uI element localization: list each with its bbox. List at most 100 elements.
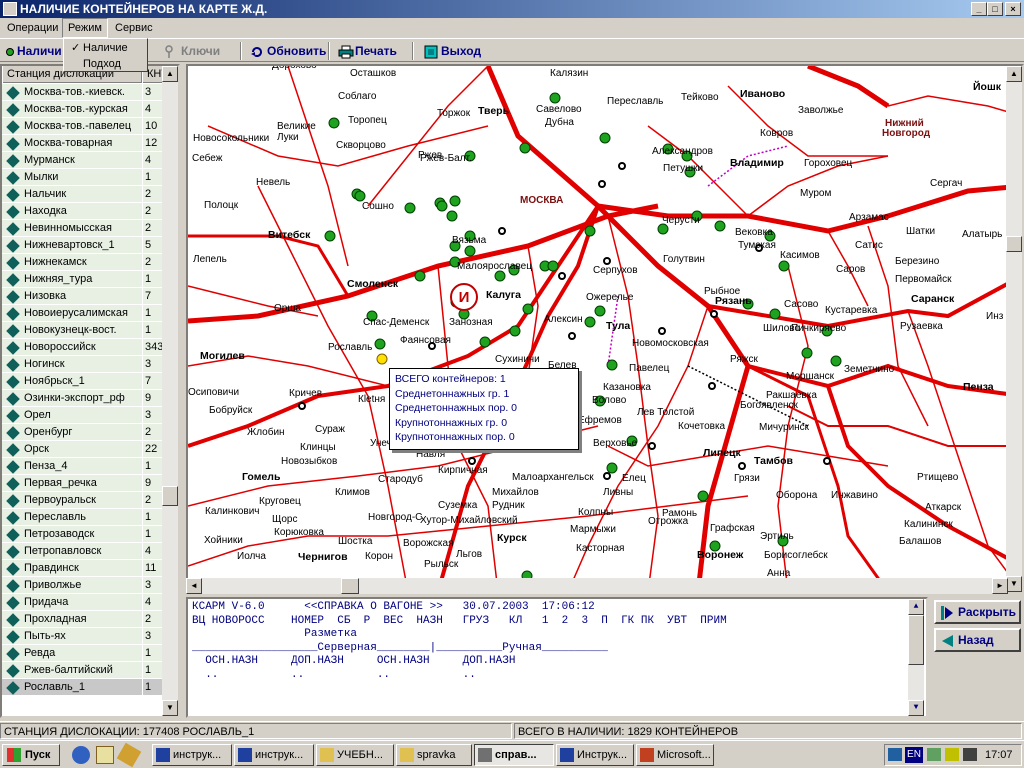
exit-button[interactable]: Выход [424, 41, 481, 61]
scroll-down-button[interactable]: ▼ [162, 700, 178, 716]
map-vscrollbar[interactable]: ▲ ▼ [1006, 66, 1022, 592]
menu-mode[interactable]: Режим [62, 18, 108, 38]
list-item[interactable]: Нальчик 2 [2, 186, 164, 203]
railway-map[interactable]: И Калязин Осташков Дорохово Иваново Йошк Собл… [186, 64, 1024, 594]
junction-marker[interactable] [568, 332, 576, 340]
task-button[interactable]: Microsoft... [636, 744, 714, 766]
print-button[interactable]: Печать [338, 41, 397, 61]
language-indicator[interactable]: EN [905, 747, 923, 763]
task-button[interactable]: Инструк... [556, 744, 634, 766]
selected-station-marker[interactable] [376, 353, 388, 365]
network-icon[interactable] [927, 748, 941, 761]
station-marker[interactable] [354, 190, 366, 202]
scroll-up-button[interactable]: ▲ [908, 599, 924, 615]
volume-icon[interactable] [963, 748, 977, 761]
list-item[interactable]: Прохладная 2 [2, 611, 164, 628]
junction-marker[interactable] [498, 227, 506, 235]
junction-marker[interactable] [823, 457, 831, 465]
station-marker[interactable] [714, 220, 726, 232]
wagon-info-panel[interactable]: КСАРМ V-6.0 <<СПРАВКА О ВАГОНЕ >> 30.07.… [186, 597, 928, 718]
task-button[interactable]: инструк... [152, 744, 232, 766]
minimize-button[interactable]: _ [971, 2, 987, 16]
station-marker[interactable] [449, 195, 461, 207]
ie-icon[interactable] [72, 746, 90, 764]
map-hscrollbar[interactable]: ◄ ► [186, 578, 1008, 594]
list-item[interactable]: Петропавловск 4 [2, 543, 164, 560]
list-item[interactable]: Нижнекамск 2 [2, 254, 164, 271]
scroll-up-button[interactable]: ▲ [162, 66, 178, 82]
station-marker[interactable] [584, 225, 596, 237]
scroll-down-button[interactable]: ▼ [908, 700, 924, 716]
list-item[interactable]: Ревда 1 [2, 645, 164, 662]
scroll-down-button[interactable]: ▼ [1006, 576, 1022, 592]
station-marker[interactable] [436, 200, 448, 212]
station-marker[interactable] [522, 303, 534, 315]
list-item[interactable]: Озинки-экспорт_рф 9 [2, 390, 164, 407]
station-marker[interactable] [594, 305, 606, 317]
junction-marker[interactable] [618, 162, 626, 170]
station-marker[interactable] [328, 117, 340, 129]
list-item[interactable]: Ржев-балтийский 1 [2, 662, 164, 679]
list-item[interactable]: Рославль_1 1 [2, 679, 164, 696]
junction-marker[interactable] [603, 257, 611, 265]
list-item[interactable]: Ноябрьск_1 7 [2, 373, 164, 390]
list-item[interactable]: Нижневартовск_1 5 [2, 237, 164, 254]
task-button-active[interactable]: справ... [474, 744, 554, 766]
junction-marker[interactable] [708, 382, 716, 390]
back-button[interactable]: Назад [934, 628, 1021, 652]
list-item[interactable]: Низовка 7 [2, 288, 164, 305]
list-item[interactable]: Новокузнецк-вост. 1 [2, 322, 164, 339]
list-item[interactable]: Мылки 1 [2, 169, 164, 186]
antivirus-icon[interactable] [945, 748, 959, 761]
maximize-button[interactable]: □ [987, 2, 1003, 16]
keys-button[interactable]: Ключи [164, 41, 220, 61]
close-button[interactable]: × [1005, 2, 1021, 16]
station-marker[interactable] [324, 230, 336, 242]
list-item[interactable]: Придача 4 [2, 594, 164, 611]
pen-icon[interactable] [116, 742, 142, 768]
station-marker[interactable] [778, 260, 790, 272]
station-marker[interactable] [549, 92, 561, 104]
monitor-icon[interactable] [888, 748, 902, 761]
list-item[interactable]: Приволжье 3 [2, 577, 164, 594]
list-item[interactable]: Правдинск 11 [2, 560, 164, 577]
list-item[interactable]: Петрозаводск 1 [2, 526, 164, 543]
scroll-thumb[interactable] [162, 486, 178, 506]
list-item[interactable]: Пыть-ях 3 [2, 628, 164, 645]
list-item[interactable]: Пенза_4 1 [2, 458, 164, 475]
scroll-right-button[interactable]: ► [992, 578, 1008, 594]
list-item[interactable]: Первая_речка 9 [2, 475, 164, 492]
list-item[interactable]: Первоуральск 2 [2, 492, 164, 509]
station-marker[interactable] [547, 260, 559, 272]
station-marker[interactable] [404, 202, 416, 214]
task-button[interactable]: инструк... [234, 744, 314, 766]
refresh-button[interactable]: Обновить [250, 41, 326, 61]
list-scrollbar[interactable]: ▲ ▼ [162, 66, 178, 716]
availability-button[interactable]: Наличи [6, 41, 62, 61]
junction-marker[interactable] [603, 472, 611, 480]
notepad-icon[interactable] [96, 746, 114, 764]
mode-item-approach[interactable]: Подход [65, 56, 146, 72]
menu-service[interactable]: Сервис [110, 18, 158, 38]
station-marker[interactable] [509, 325, 521, 337]
mode-item-availability[interactable]: ✓ Наличие [65, 40, 146, 56]
list-item[interactable]: Новороссийск 343 [2, 339, 164, 356]
station-marker[interactable] [446, 210, 458, 222]
list-item[interactable]: Нижняя_тура 1 [2, 271, 164, 288]
list-item[interactable]: Невинномысская 2 [2, 220, 164, 237]
station-marker[interactable] [697, 490, 709, 502]
list-item[interactable]: Москва-тов.-курская 4 [2, 101, 164, 118]
menu-operations[interactable]: Операции [2, 18, 63, 38]
station-marker[interactable] [494, 270, 506, 282]
station-marker[interactable] [519, 142, 531, 154]
junction-marker[interactable] [598, 180, 606, 188]
scroll-up-button[interactable]: ▲ [1006, 66, 1022, 82]
task-button[interactable]: УЧЕБН... [316, 744, 394, 766]
clock[interactable]: 17:07 [985, 747, 1013, 763]
list-item[interactable]: Находка 2 [2, 203, 164, 220]
station-marker[interactable] [830, 355, 842, 367]
title-bar[interactable]: НАЛИЧИЕ КОНТЕЙНЕРОВ НА КАРТЕ Ж.Д. _ □ × [0, 0, 1024, 18]
junction-marker[interactable] [298, 402, 306, 410]
list-item[interactable]: Москва-тов.-павелец 10 [2, 118, 164, 135]
scroll-thumb[interactable] [1006, 236, 1022, 252]
